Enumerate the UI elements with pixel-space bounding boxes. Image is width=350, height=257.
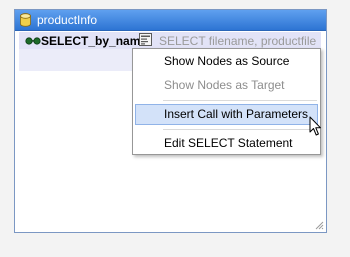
menu-item-show-nodes-as-target[interactable]: Show Nodes as Target xyxy=(135,75,318,96)
select-row-sql: SELECT filename, productfile xyxy=(159,34,317,48)
component-titlebar[interactable]: productInfo xyxy=(15,10,326,31)
menu-item-insert-call-with-parameters[interactable]: Insert Call with Parameters xyxy=(135,104,318,125)
menu-item-label: Show Nodes as Source xyxy=(164,54,290,68)
database-icon xyxy=(20,13,31,27)
glasses-icon xyxy=(25,37,41,45)
select-row-name: SELECT_by_name xyxy=(41,34,148,48)
context-menu: Show Nodes as Source Show Nodes as Targe… xyxy=(132,48,321,155)
menu-item-label: Show Nodes as Target xyxy=(164,78,285,92)
menu-item-edit-select-statement[interactable]: Edit SELECT Statement xyxy=(135,133,318,154)
resize-grip-icon[interactable] xyxy=(315,221,324,230)
menu-separator xyxy=(163,100,317,101)
menu-item-show-nodes-as-source[interactable]: Show Nodes as Source xyxy=(135,51,318,72)
menu-item-label: Insert Call with Parameters xyxy=(164,107,309,121)
sql-statement-icon[interactable] xyxy=(139,33,152,46)
component-title: productInfo xyxy=(37,13,98,27)
select-row[interactable]: SELECT_by_name SELECT filename, productf… xyxy=(19,32,321,49)
mouse-cursor-icon xyxy=(309,116,321,136)
menu-item-label: Edit SELECT Statement xyxy=(164,136,293,150)
menu-separator xyxy=(163,129,317,130)
